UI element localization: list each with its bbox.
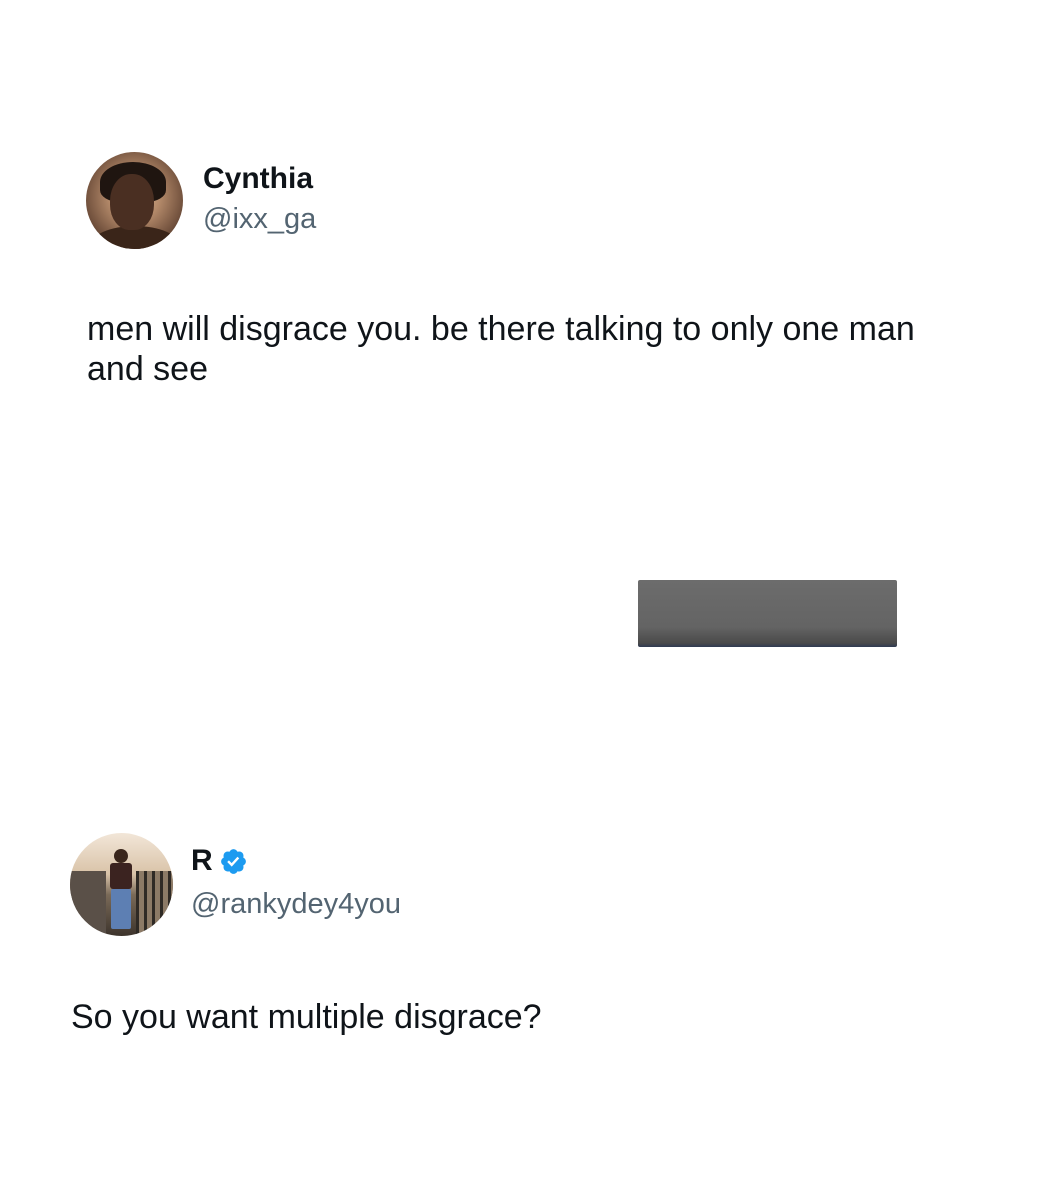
- tweet-text: men will disgrace you. be there talking …: [87, 310, 915, 388]
- avatar-person-head: [114, 849, 128, 863]
- avatar-person-body: [110, 863, 132, 889]
- display-name[interactable]: Cynthia: [203, 161, 313, 197]
- redaction-block: [638, 580, 897, 647]
- avatar[interactable]: [70, 833, 173, 936]
- display-name[interactable]: R: [191, 843, 213, 879]
- verified-badge-icon: [220, 848, 246, 874]
- avatar-face: [110, 174, 154, 230]
- user-handle[interactable]: @ixx_ga: [203, 201, 316, 237]
- display-name-row[interactable]: R: [191, 843, 248, 879]
- avatar[interactable]: [86, 152, 183, 249]
- avatar-wall: [70, 871, 106, 936]
- avatar-person-legs: [111, 889, 131, 929]
- tweet-text: So you want multiple disgrace?: [71, 998, 542, 1036]
- avatar-gate: [136, 871, 173, 936]
- user-handle[interactable]: @rankydey4you: [191, 886, 401, 922]
